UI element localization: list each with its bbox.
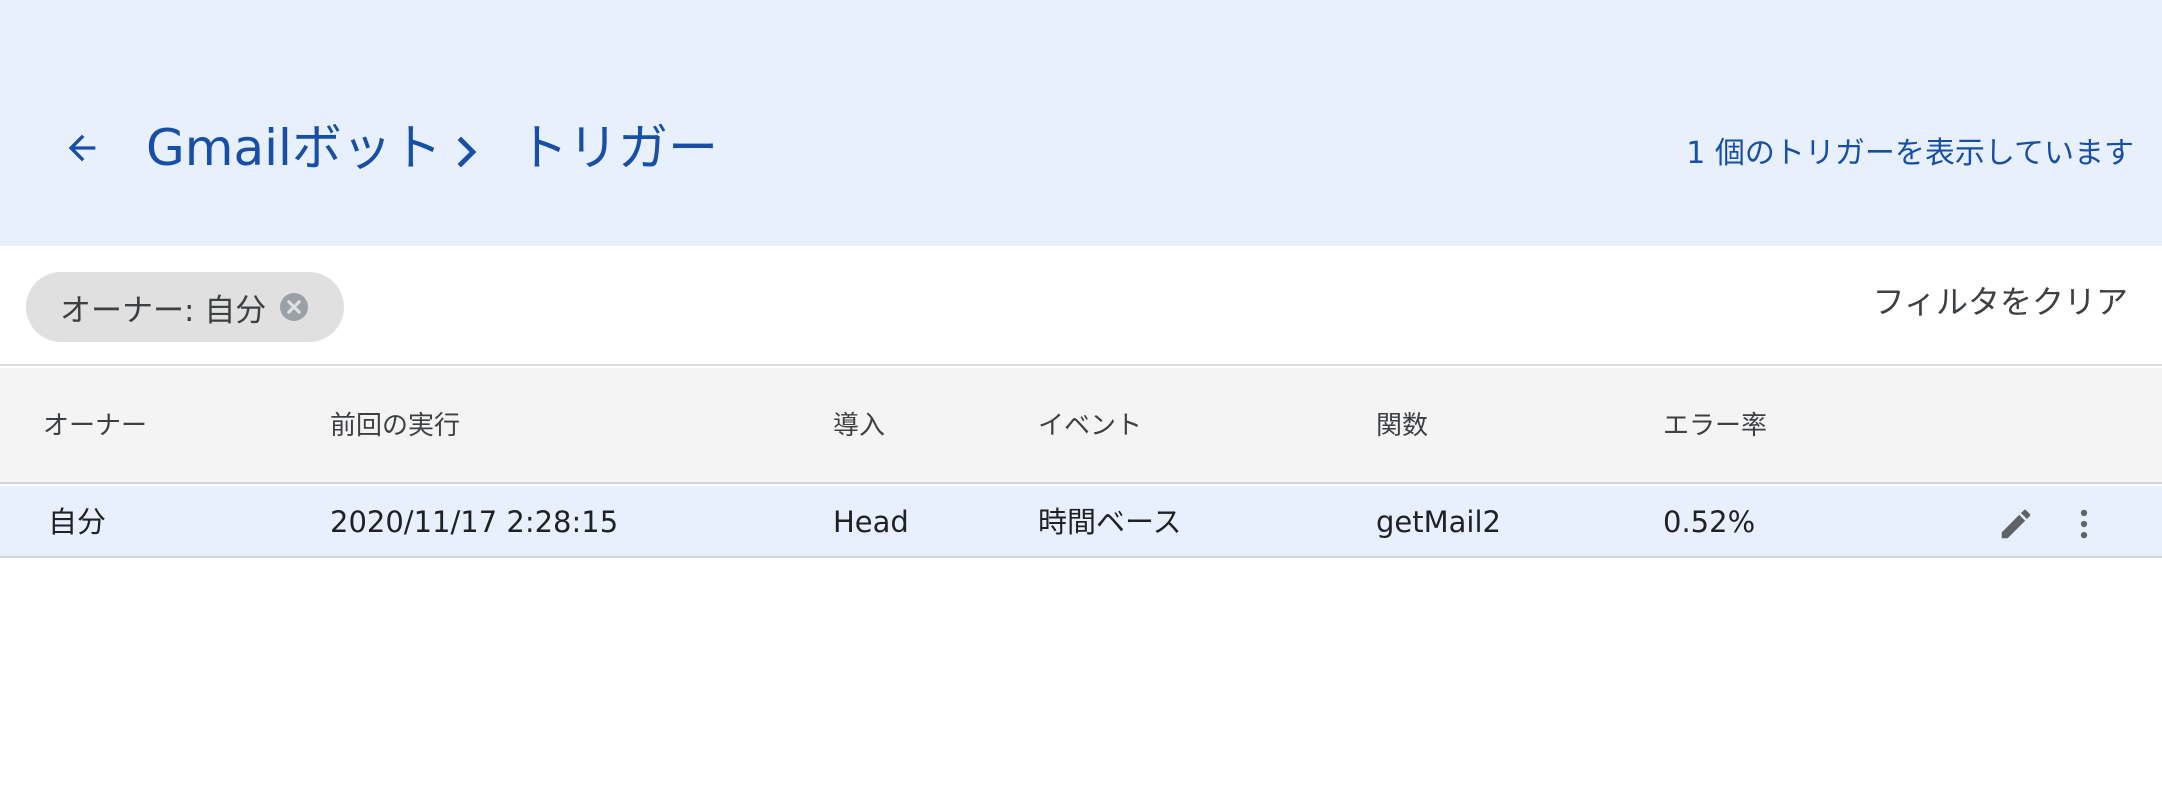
more-vert-icon	[2080, 509, 2088, 539]
column-header-function[interactable]: 関数	[1376, 408, 1428, 444]
table-row[interactable]: 自分 2020/11/17 2:28:15 Head 時間ベース getMail…	[0, 486, 2162, 558]
owner-filter-chip[interactable]: オーナー: 自分	[26, 272, 344, 342]
back-button[interactable]	[55, 121, 109, 175]
close-circle-icon[interactable]	[280, 293, 308, 321]
cell-error-rate: 0.52%	[1663, 505, 1756, 539]
column-header-error-rate[interactable]: エラー率	[1663, 408, 1767, 444]
pencil-icon	[2001, 509, 2031, 539]
cell-event: 時間ベース	[1038, 505, 1182, 539]
table-header: オーナー 前回の実行 導入 イベント 関数 エラー率	[0, 368, 2162, 484]
column-header-owner[interactable]: オーナー	[43, 408, 147, 444]
trigger-count-text: 1 個のトリガーを表示しています	[1686, 136, 2134, 171]
arrow-left-icon	[68, 134, 96, 162]
breadcrumb-project[interactable]: Gmailボット	[146, 118, 442, 178]
chevron-right-icon	[457, 136, 477, 168]
cell-last-run: 2020/11/17 2:28:15	[330, 505, 619, 539]
cell-deployment: Head	[833, 505, 909, 539]
cell-function: getMail2	[1376, 505, 1501, 539]
column-header-deployment[interactable]: 導入	[833, 408, 885, 444]
clear-filters-button[interactable]: フィルタをクリア	[1873, 282, 2128, 322]
column-header-last-run[interactable]: 前回の実行	[330, 408, 460, 444]
more-options-button[interactable]	[2064, 504, 2104, 544]
chip-label: オーナー: 自分	[60, 292, 267, 329]
cell-owner: 自分	[48, 505, 107, 539]
edit-trigger-button[interactable]	[1996, 504, 2036, 544]
page-title: トリガー	[518, 119, 718, 177]
column-header-event[interactable]: イベント	[1038, 408, 1142, 444]
filter-bar: オーナー: 自分 フィルタをクリア	[0, 246, 2162, 366]
page-header: Gmailボット トリガー 1 個のトリガーを表示しています	[0, 0, 2162, 246]
